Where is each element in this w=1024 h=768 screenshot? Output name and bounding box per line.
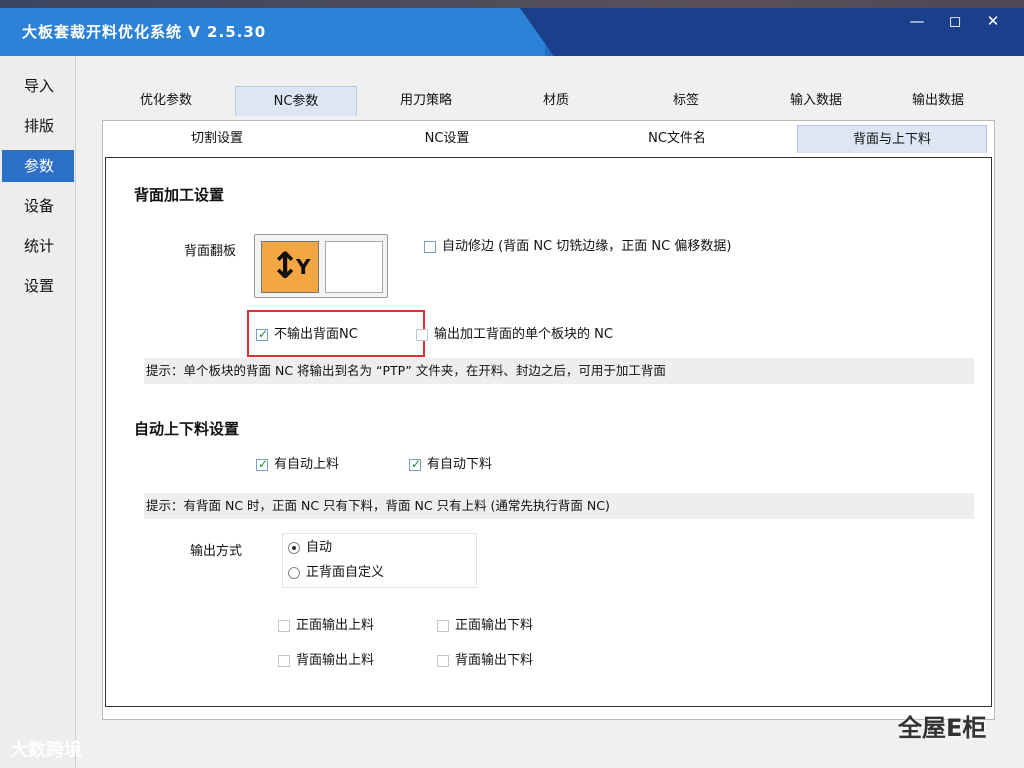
check-icon: ✓	[411, 457, 422, 471]
title-bar: 大板套裁开料优化系统 V 2.5.30 — ◻ ✕	[0, 8, 1024, 56]
no-output-back-nc-checkbox[interactable]: ✓ 不输出背面NC	[256, 326, 358, 344]
front-load-label: 正面输出上料	[296, 618, 375, 633]
tab-material[interactable]: 材质	[496, 86, 616, 116]
tab-label[interactable]: 标签	[626, 86, 746, 116]
auto-load-checkbox[interactable]: ✓ 有自动上料	[256, 456, 339, 474]
front-load-checkbox[interactable]: 正面输出上料	[278, 617, 374, 635]
back-section-title: 背面加工设置	[134, 186, 225, 204]
no-output-back-nc-label: 不输出背面NC	[274, 327, 358, 342]
checkbox-box	[437, 620, 449, 632]
front-unload-checkbox[interactable]: 正面输出下料	[437, 617, 533, 635]
flip-label: 背面翻板	[184, 244, 237, 259]
checkbox-box	[424, 241, 436, 253]
tab-nc-params[interactable]: NC参数	[235, 86, 357, 116]
output-mode-label: 输出方式	[190, 544, 243, 559]
back-unload-checkbox[interactable]: 背面输出下料	[437, 652, 533, 670]
checkbox-box	[416, 329, 428, 341]
mode-auto-label: 自动	[306, 540, 333, 555]
app-window: 大板套裁开料优化系统 V 2.5.30 — ◻ ✕ 导入 排版 参数 设备 统计…	[0, 8, 1024, 768]
auto-trim-checkbox[interactable]: 自动修边 (背面 NC 切铣边缘，正面 NC 偏移数据)	[424, 238, 731, 256]
back-load-checkbox[interactable]: 背面输出上料	[278, 652, 374, 670]
main-area: 优化参数 NC参数 用刀策略 材质 标签 输入数据 输出数据 切割设置 NC设置…	[78, 56, 1024, 768]
mode-custom-label: 正背面自定义	[306, 565, 385, 580]
subtab-back-loading[interactable]: 背面与上下料	[797, 125, 987, 153]
subtab-cut-settings[interactable]: 切割设置	[107, 125, 327, 153]
auto-unload-label: 有自动下料	[427, 457, 493, 472]
checkbox-box	[437, 655, 449, 667]
flip-selector[interactable]: ↕ Y	[254, 234, 388, 298]
check-icon: ✓	[258, 457, 269, 471]
front-unload-label: 正面输出下料	[455, 618, 534, 633]
watermark-right: 全屋E柜	[898, 714, 987, 742]
radio-dot	[288, 542, 300, 554]
tab-output-data[interactable]: 输出数据	[878, 86, 998, 116]
sidebar-item-stats[interactable]: 统计	[2, 230, 74, 262]
sidebar-item-import[interactable]: 导入	[2, 70, 74, 102]
back-load-label: 背面输出上料	[296, 653, 375, 668]
sidebar-item-settings[interactable]: 设置	[2, 270, 74, 302]
checkbox-box	[278, 655, 290, 667]
tab-optimize-params[interactable]: 优化参数	[106, 86, 226, 116]
close-button[interactable]: ✕	[976, 8, 1010, 34]
minimize-button[interactable]: —	[900, 8, 934, 34]
back-loading-content: 背面加工设置 背面翻板 ↕ Y 自动修边 (背面 NC 切铣边缘，正面 NC 偏…	[105, 157, 992, 707]
mode-auto-radio[interactable]: 自动	[288, 539, 332, 557]
checkbox-box	[278, 620, 290, 632]
back-hint: 提示：单个板块的背面 NC 将输出到名为 “PTP” 文件夹，在开料、封边之后，…	[144, 358, 974, 384]
sidebar: 导入 排版 参数 设备 统计 设置	[0, 56, 76, 768]
checkbox-box: ✓	[409, 457, 422, 471]
auto-load-label: 有自动上料	[274, 457, 340, 472]
tab-tool-strategy[interactable]: 用刀策略	[366, 86, 486, 116]
subtab-nc-settings[interactable]: NC设置	[337, 125, 557, 153]
output-mode-group: 自动 正背面自定义	[282, 533, 477, 588]
window-title: 大板套裁开料优化系统 V 2.5.30	[22, 23, 267, 41]
loading-hint: 提示：有背面 NC 时，正面 NC 只有下料，背面 NC 只有上料 (通常先执行…	[144, 493, 974, 519]
checkbox-box: ✓	[256, 327, 269, 341]
auto-trim-label: 自动修边 (背面 NC 切铣边缘，正面 NC 偏移数据)	[442, 239, 732, 254]
mode-custom-radio[interactable]: 正背面自定义	[288, 564, 384, 582]
loading-section-title: 自动上下料设置	[134, 420, 240, 438]
back-unload-label: 背面输出下料	[455, 653, 534, 668]
check-icon: ✓	[258, 327, 269, 341]
flip-axis-letter: Y	[296, 255, 311, 279]
sidebar-item-device[interactable]: 设备	[2, 190, 74, 222]
auto-unload-checkbox[interactable]: ✓ 有自动下料	[409, 456, 492, 474]
checkbox-box: ✓	[256, 457, 269, 471]
sidebar-item-layout[interactable]: 排版	[2, 110, 74, 142]
radio-dot	[288, 567, 300, 579]
flip-empty-option[interactable]	[325, 241, 383, 293]
watermark-left: 大数跨境	[10, 740, 82, 761]
flip-y-option[interactable]: ↕ Y	[261, 241, 319, 293]
output-single-back-nc-checkbox[interactable]: 输出加工背面的单个板块的 NC	[416, 326, 613, 344]
nc-params-panel: 切割设置 NC设置 NC文件名 背面与上下料 背面加工设置 背面翻板 ↕ Y 自…	[102, 120, 995, 720]
tab-input-data[interactable]: 输入数据	[756, 86, 876, 116]
maximize-button[interactable]: ◻	[938, 8, 972, 34]
subtab-nc-filename[interactable]: NC文件名	[567, 125, 787, 153]
sidebar-item-params[interactable]: 参数	[2, 150, 74, 182]
output-single-back-nc-label: 输出加工背面的单个板块的 NC	[434, 327, 613, 342]
